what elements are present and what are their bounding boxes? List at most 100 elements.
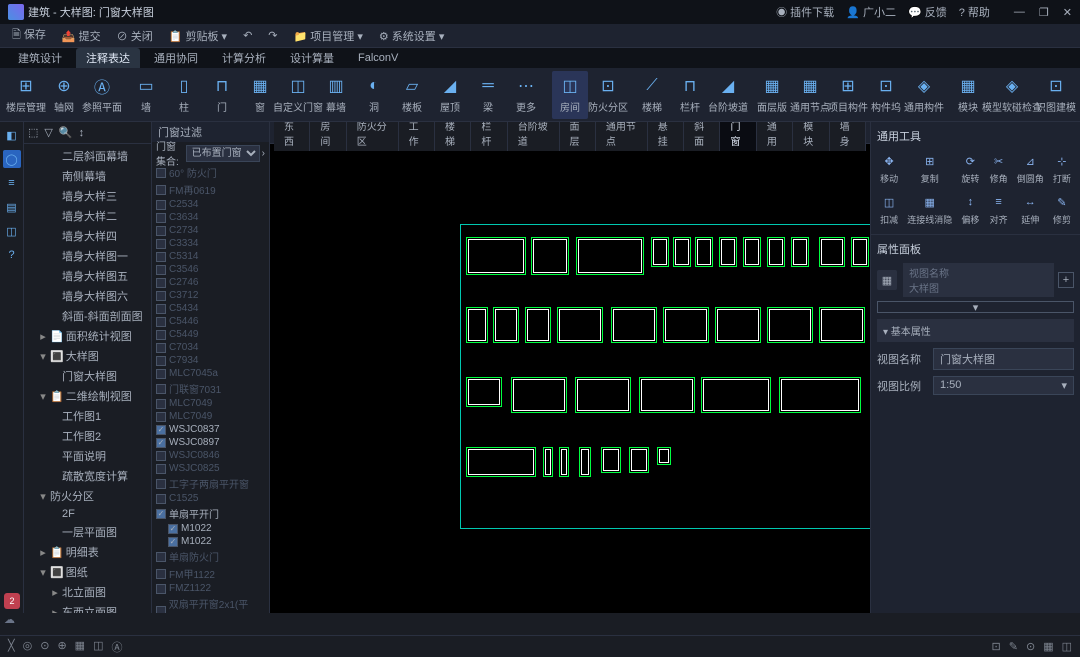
checkbox[interactable] (156, 185, 166, 195)
rail-list-icon[interactable]: ≡ (3, 174, 21, 192)
filter-item[interactable]: C5434 (152, 302, 269, 315)
tool-修剪[interactable]: ✎修剪 (1050, 191, 1074, 228)
checkbox[interactable] (156, 464, 166, 474)
window-block[interactable] (701, 377, 771, 413)
filter-item[interactable]: 门联窗7031 (152, 380, 269, 397)
filter-item[interactable]: C2534 (152, 198, 269, 211)
filter-item[interactable]: C3634 (152, 211, 269, 224)
status-icon[interactable]: ▦ (75, 639, 85, 655)
tree-item[interactable]: 墙身大样图五 (24, 266, 151, 286)
window-block[interactable] (579, 447, 591, 477)
ribbon-自定义门窗[interactable]: ◫自定义门窗 (280, 71, 316, 119)
title-action[interactable]: ◉ 插件下载 (776, 4, 834, 20)
window-block[interactable] (466, 307, 488, 343)
status-icon[interactable]: ◎ (23, 639, 33, 655)
tree-item[interactable]: 墙身大样四 (24, 226, 151, 246)
filter-item[interactable]: C2734 (152, 224, 269, 237)
window-block[interactable] (576, 237, 644, 275)
tree-item[interactable]: ▸东西立面图 (24, 602, 151, 613)
filter-item[interactable]: 单扇防火门 (152, 548, 269, 565)
menu-item[interactable]: 通用协同 (144, 48, 208, 68)
checkbox[interactable]: ✓ (156, 509, 166, 519)
ribbon-通用节点[interactable]: ▦通用节点 (792, 71, 828, 119)
ribbon-洞[interactable]: ◐洞 (356, 71, 392, 119)
ribbon-面层版[interactable]: ▦面层版 (754, 71, 790, 119)
checkbox[interactable] (156, 343, 166, 353)
checkbox[interactable] (156, 168, 166, 178)
filter-item[interactable]: C5446 (152, 315, 269, 328)
rail-help-icon[interactable]: ? (3, 246, 21, 264)
ribbon-栏杆[interactable]: ⊓栏杆 (672, 71, 708, 119)
search-icon[interactable]: 🔍 (59, 126, 73, 139)
filter-item[interactable]: ✓单扇平开门 (152, 505, 269, 522)
cube-icon[interactable]: ⬚ (28, 126, 38, 139)
tool-连接线消隐[interactable]: ▦连接线消隐 (905, 191, 954, 228)
ribbon-更多[interactable]: ⋯更多 (508, 71, 544, 119)
status-icon[interactable]: Ⓐ (111, 639, 122, 655)
checkbox[interactable] (156, 239, 166, 249)
filter-item[interactable]: C2746 (152, 276, 269, 289)
filter-item[interactable]: ✓WSJC0837 (152, 423, 269, 436)
window-block[interactable] (673, 237, 691, 267)
rail-globe-icon[interactable]: ◯ (3, 150, 21, 168)
window-block[interactable] (639, 377, 695, 413)
ribbon-幕墙[interactable]: ▥幕墙 (318, 71, 354, 119)
tree-item[interactable]: 墙身大样图一 (24, 246, 151, 266)
rail-doc-icon[interactable]: ▤ (3, 198, 21, 216)
ribbon-柱[interactable]: ▯柱 (166, 71, 202, 119)
action-item[interactable]: 📋 剪贴板 ▾ (165, 26, 231, 46)
action-item[interactable]: 📤 提交 (58, 26, 105, 46)
menu-item[interactable]: 建筑设计 (8, 48, 72, 68)
status-icon[interactable]: ⊡ (992, 640, 1001, 653)
window-block[interactable] (466, 237, 526, 275)
rail-cube-icon[interactable]: ◧ (3, 126, 21, 144)
tree-item[interactable]: 二层斜面幕墙 (24, 146, 151, 166)
window-control[interactable]: — (1014, 6, 1025, 19)
checkbox[interactable] (156, 384, 166, 394)
filter-icon[interactable]: ▽ (44, 126, 52, 139)
filter-item[interactable]: MLC7049 (152, 410, 269, 423)
ribbon-屋顶[interactable]: ◢屋顶 (432, 71, 468, 119)
filter-item[interactable]: C5449 (152, 328, 269, 341)
tree-item[interactable]: ▸北立面图 (24, 582, 151, 602)
menu-item[interactable]: 计算分析 (212, 48, 276, 68)
ribbon-墙[interactable]: ▭墙 (128, 71, 164, 119)
action-item[interactable]: ↶ (239, 27, 256, 44)
status-icon[interactable]: ⊕ (57, 639, 66, 655)
status-icon[interactable]: ◫ (1062, 640, 1072, 653)
action-item[interactable]: 📁 项目管理 ▾ (290, 26, 367, 46)
filter-item[interactable]: FMZ1122 (152, 582, 269, 595)
ribbon-构件坞[interactable]: ⊡构件坞 (868, 71, 904, 119)
window-block[interactable] (493, 307, 519, 343)
filter-item[interactable]: C3334 (152, 237, 269, 250)
filter-item[interactable]: WSJC0825 (152, 462, 269, 475)
filter-item[interactable]: MLC7045a (152, 367, 269, 380)
filter-item[interactable]: MLC7049 (152, 397, 269, 410)
action-item[interactable]: ↷ (264, 27, 281, 44)
status-icon[interactable]: ⊙ (40, 639, 49, 655)
window-block[interactable] (559, 447, 569, 477)
checkbox[interactable] (156, 399, 166, 409)
menu-item[interactable]: FalconV (348, 50, 408, 66)
tool-打断[interactable]: ⊹打断 (1050, 150, 1074, 187)
filter-item[interactable]: C1525 (152, 492, 269, 505)
tool-延伸[interactable]: ↔延伸 (1015, 191, 1046, 228)
tree-item[interactable]: 墙身大样二 (24, 206, 151, 226)
window-block[interactable] (575, 377, 631, 413)
tool-复制[interactable]: ⊞复制 (905, 150, 954, 187)
checkbox[interactable] (156, 552, 166, 562)
basic-props-header[interactable]: ▾ 基本属性 (877, 319, 1074, 342)
prop-name-input[interactable]: 视图名称 大样图 (903, 263, 1054, 297)
checkbox[interactable]: ✓ (156, 438, 166, 448)
ribbon-楼板[interactable]: ▱楼板 (394, 71, 430, 119)
sort-icon[interactable]: ↕ (79, 127, 85, 139)
window-block[interactable] (779, 377, 861, 413)
window-block[interactable] (791, 237, 809, 267)
tool-旋转[interactable]: ⟳旋转 (958, 150, 982, 187)
ribbon-轴网[interactable]: ⊕轴网 (46, 71, 82, 119)
checkbox[interactable] (156, 494, 166, 504)
checkbox[interactable] (156, 606, 166, 613)
window-block[interactable] (663, 307, 709, 343)
checkbox[interactable] (156, 412, 166, 422)
tree-item[interactable]: 工作图2 (24, 426, 151, 446)
